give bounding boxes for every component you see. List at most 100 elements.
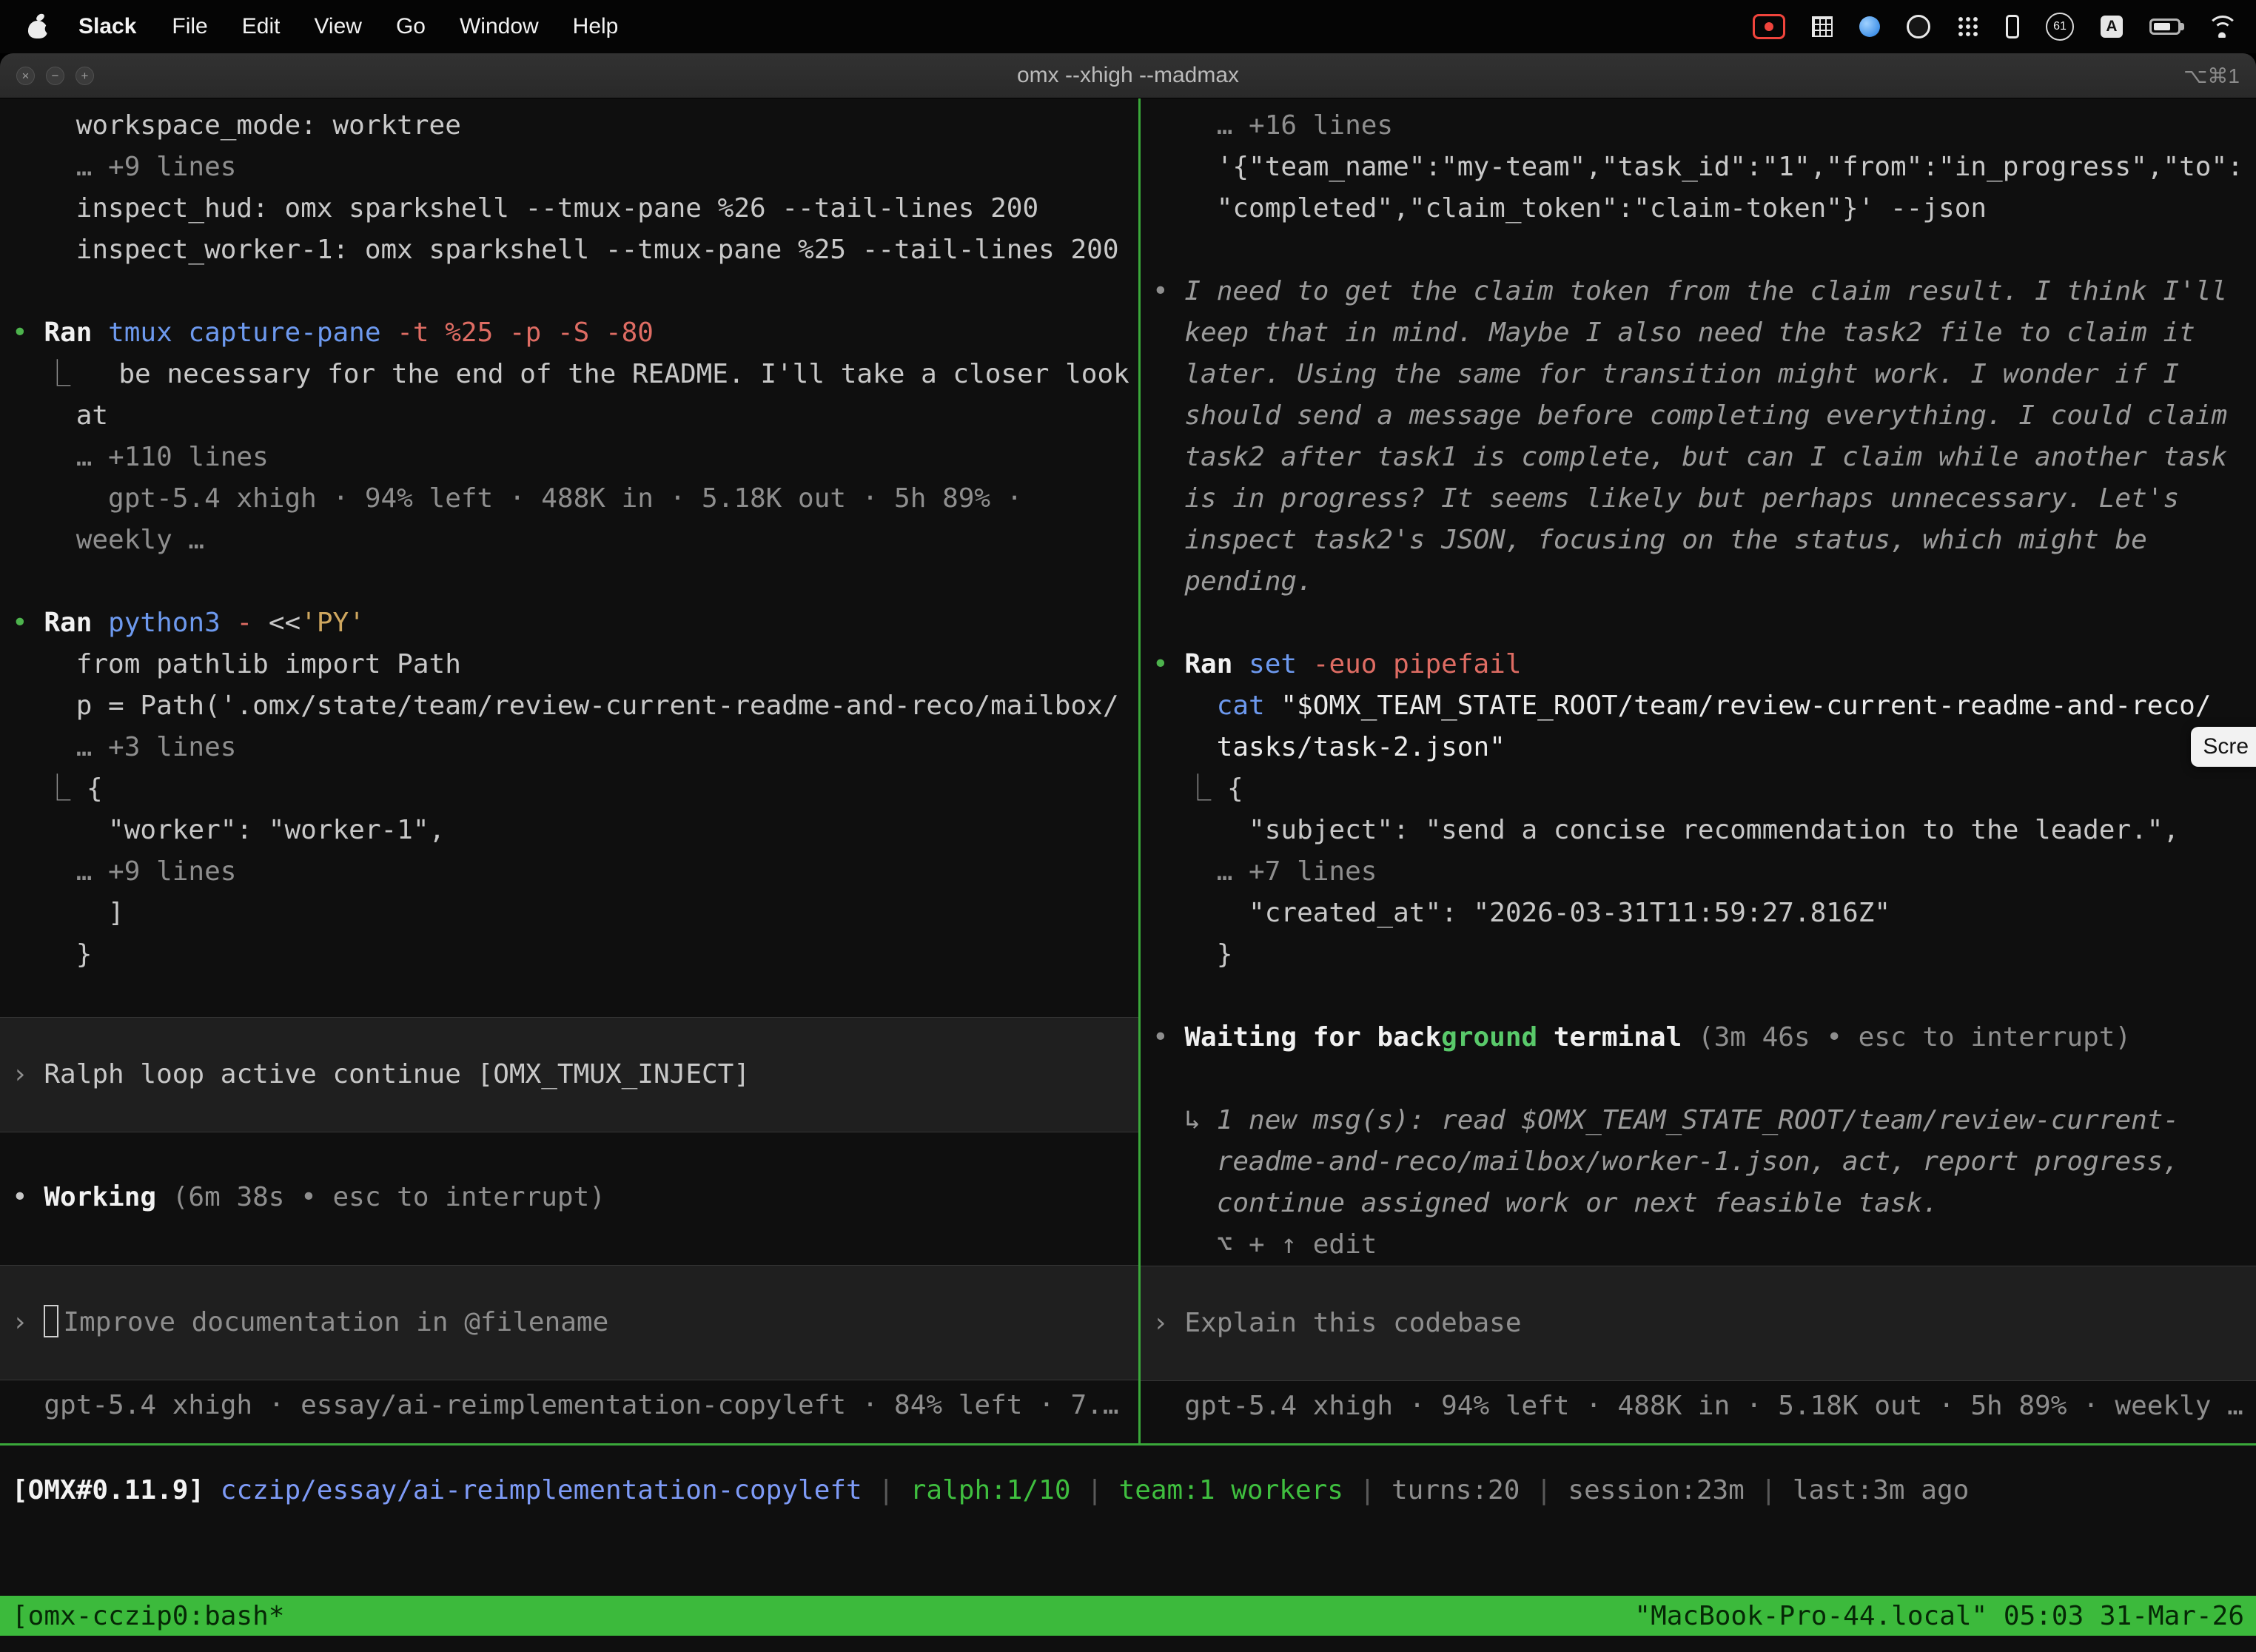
model-status-line: gpt-5.4 xhigh · essay/ai-reimplementatio… xyxy=(0,1385,1138,1426)
text-segment: Improve documentation in @filename xyxy=(63,1307,608,1337)
active-app-name[interactable]: Slack xyxy=(78,14,136,39)
window-shortcut-hint: ⌥⌘1 xyxy=(2183,64,2240,88)
swirl-icon[interactable] xyxy=(1859,16,1880,37)
pane-divider-horizontal xyxy=(0,1443,2256,1446)
menu-edit[interactable]: Edit xyxy=(242,14,281,39)
thinking-line: • I need to get the claim token from the… xyxy=(1141,271,2256,312)
thinking-line: should send a message before completing … xyxy=(1141,395,2256,437)
thinking-line: inspect task2's JSON, focusing on the st… xyxy=(1141,520,2256,561)
text-segment: last:3m ago xyxy=(1793,1475,1969,1505)
menu-view[interactable]: View xyxy=(314,14,361,39)
terminal-line: workspace_mode: worktree xyxy=(0,105,1138,147)
terminal-line: … +110 lines xyxy=(0,437,1138,478)
traffic-lights: ×−+ xyxy=(0,67,105,85)
minimize-button[interactable]: − xyxy=(46,67,64,85)
text-segment: -euo pipefail xyxy=(1313,649,1522,679)
menu-bar: Slack File Edit View Go Window Help 61 A xyxy=(0,0,2256,53)
input-prompt-row[interactable]: › Explain this codebase xyxy=(1141,1266,2256,1381)
text-segment: later. Using the same for transition mig… xyxy=(1152,359,2179,389)
text-segment: set xyxy=(1249,649,1313,679)
dots-grid-icon[interactable] xyxy=(1957,16,1979,38)
text-segment: is in progress? It seems likely but perh… xyxy=(1152,483,2179,514)
left-pane[interactable]: workspace_mode: worktree … +9 lines insp… xyxy=(0,98,1138,1443)
text-segment: … +3 lines xyxy=(12,732,236,762)
terminal-line: ] xyxy=(0,893,1138,934)
text-segment: inspect_hud: omx sparkshell --tmux-pane … xyxy=(12,193,1038,224)
terminal-line: … +3 lines xyxy=(0,727,1138,768)
menu-go[interactable]: Go xyxy=(396,14,426,39)
text-segment: • xyxy=(1152,649,1184,679)
close-button[interactable]: × xyxy=(16,67,35,85)
apple-menu-icon[interactable] xyxy=(27,13,49,40)
right-pane[interactable]: … +16 lines '{"team_name":"my-team","tas… xyxy=(1141,98,2256,1443)
text-segment: | xyxy=(1745,1475,1793,1505)
zoom-button[interactable]: + xyxy=(75,67,94,85)
text-segment: › xyxy=(1152,1308,1184,1338)
menu-window[interactable]: Window xyxy=(460,14,539,39)
text-segment: I need to get the claim token from the c… xyxy=(1184,276,2227,306)
text-segment: cczip/essay/ai-reimplementation-copyleft xyxy=(221,1475,862,1505)
terminal-line: } xyxy=(1141,934,2256,976)
text-segment: ralph:1/10 xyxy=(910,1475,1071,1505)
text-segment: p = Path('.omx/state/team/review-current… xyxy=(12,691,1119,721)
text-segment: "completed","claim_token":"claim-token"}… xyxy=(1152,193,1987,224)
text-segment: } xyxy=(1152,939,1232,970)
circle-icon[interactable] xyxy=(1907,15,1930,38)
text-segment: | xyxy=(1343,1475,1391,1505)
text-segment: ⎿ xyxy=(1152,773,1227,804)
text-segment: } xyxy=(12,939,92,970)
terminal-line: gpt-5.4 xhigh · 94% left · 488K in · 5.1… xyxy=(0,478,1138,520)
ran-command-line: • Ran python3 - <<'PY' xyxy=(0,602,1138,644)
text-segment: turns:20 xyxy=(1391,1475,1520,1505)
gauge-icon[interactable]: 61 xyxy=(2046,13,2074,41)
text-segment: Ralph loop active continue [OMX_TMUX_INJ… xyxy=(44,1059,750,1089)
ran-command-line: • Ran set -euo pipefail xyxy=(1141,644,2256,685)
terminal-line: tasks/task-2.json" xyxy=(1141,727,2256,768)
text-segment: ⎿ xyxy=(12,359,118,389)
text-segment: › xyxy=(12,1307,44,1337)
terminal-line: ⎿ { xyxy=(1141,768,2256,810)
text-segment: session:23m xyxy=(1568,1475,1744,1505)
menu-help[interactable]: Help xyxy=(573,14,619,39)
text-segment: ] xyxy=(12,898,124,928)
text-segment: • xyxy=(12,608,44,638)
terminal-line xyxy=(1141,602,2256,644)
input-prompt-row[interactable]: › Improve documentation in @filename xyxy=(0,1265,1138,1380)
window-title: omx --xhigh --madmax xyxy=(0,63,2256,88)
text-segment: … +9 lines xyxy=(12,152,236,182)
input-prompt-row: › Improve documentation in @filename xyxy=(0,1302,608,1343)
text-segment: task2 after task1 is complete, but can I… xyxy=(1152,442,2227,472)
grid-icon[interactable] xyxy=(1812,16,1833,37)
battery-icon[interactable] xyxy=(2149,19,2181,35)
terminal-line: ⎿ { xyxy=(0,768,1138,810)
text-segment: tasks/task-2.json" xyxy=(1152,732,1505,762)
screenshot-tooltip[interactable]: Scre xyxy=(2191,727,2256,767)
message-line: ↳ 1 new msg(s): read $OMX_TEAM_STATE_ROO… xyxy=(1141,1100,2256,1141)
spacer xyxy=(0,1218,1138,1265)
terminal-line: ⎿ be necessary for the end of the README… xyxy=(0,354,1138,395)
menu-file[interactable]: File xyxy=(172,14,207,39)
terminal-line: p = Path('.omx/state/team/review-current… xyxy=(0,685,1138,727)
edit-hint: ⌥ + ↑ edit xyxy=(1141,1224,2256,1266)
text-segment: ⌥ + ↑ edit xyxy=(1152,1229,1377,1260)
input-source-icon[interactable]: A xyxy=(2101,16,2123,38)
text-segment: at xyxy=(12,400,108,431)
text-segment: Working xyxy=(44,1182,172,1212)
window-title-bar[interactable]: ×−+ omx --xhigh --madmax ⌥⌘1 xyxy=(0,53,2256,98)
text-segment: pending. xyxy=(1152,566,1313,597)
text-segment: be necessary for the end of the README. … xyxy=(118,359,1129,389)
spacer xyxy=(0,976,1138,1017)
text-segment: keep that in mind. Maybe I also need the… xyxy=(1152,318,2195,348)
screen-recording-indicator-icon[interactable] xyxy=(1753,14,1785,39)
inject-prompt-row[interactable]: › Ralph loop active continue [OMX_TMUX_I… xyxy=(0,1017,1138,1132)
text-segment: • xyxy=(12,1182,44,1212)
terminal-line: cat "$OMX_TEAM_STATE_ROOT/team/review-cu… xyxy=(1141,685,2256,727)
text-segment: "$OMX_TEAM_STATE_ROOT/team/review-curren… xyxy=(1280,691,2211,721)
text-segment: [OMX#0.11.9] xyxy=(12,1475,221,1505)
tmux-status-bar: [omx-cczip0:bash* "MacBook-Pro-44.local"… xyxy=(0,1596,2256,1636)
wifi-icon[interactable] xyxy=(2207,16,2237,38)
message-line: continue assigned work or next feasible … xyxy=(1141,1183,2256,1224)
pane-divider[interactable] xyxy=(1138,98,1141,1443)
spacer xyxy=(0,1132,1138,1177)
phone-icon[interactable] xyxy=(2006,15,2019,38)
